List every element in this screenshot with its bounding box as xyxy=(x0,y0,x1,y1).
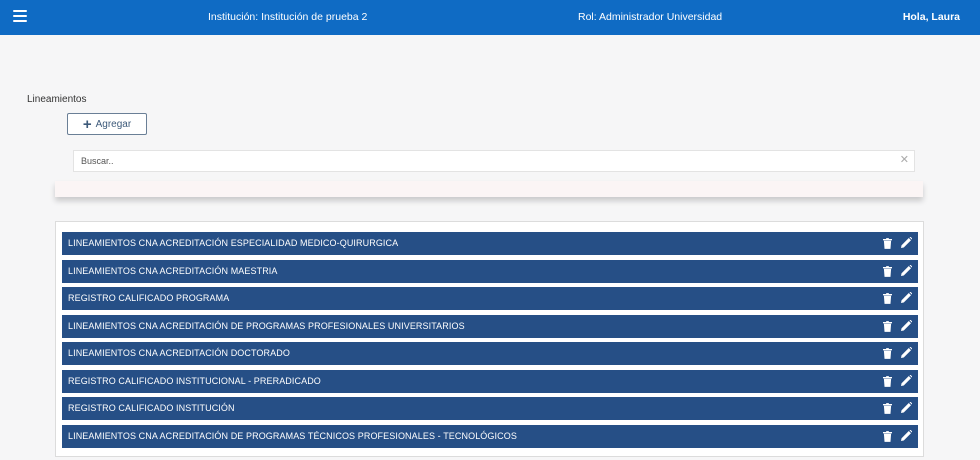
search-input[interactable] xyxy=(74,151,874,171)
pencil-icon[interactable] xyxy=(901,347,912,358)
add-button-label: Agregar xyxy=(95,118,132,130)
plus-icon: + xyxy=(82,115,92,133)
list-item-label: REGISTRO CALIFICADO INSTITUCIÓN xyxy=(68,403,235,413)
trash-icon[interactable] xyxy=(883,403,892,414)
lineamientos-list: LINEAMIENTOS CNA ACREDITACIÓN ESPECIALID… xyxy=(55,221,924,457)
pencil-icon[interactable] xyxy=(901,319,912,331)
pencil-icon[interactable] xyxy=(901,402,912,413)
trash-icon[interactable] xyxy=(883,265,892,277)
list-item-label: LINEAMIENTOS CNA ACREDITACIÓN MAESTRIA xyxy=(68,265,278,276)
trash-icon[interactable] xyxy=(883,348,892,359)
user-greeting[interactable]: Hola, Laura xyxy=(903,11,960,23)
list-item-label: LINEAMIENTOS CNA ACREDITACIÓN DE PROGRAM… xyxy=(68,320,465,331)
pencil-icon[interactable] xyxy=(901,264,912,276)
close-icon[interactable]: ✕ xyxy=(900,155,909,166)
list-item[interactable]: REGISTRO CALIFICADO INSTITUCIÓN xyxy=(62,397,918,420)
add-button[interactable]: + Agregar xyxy=(67,113,147,135)
role-label: Rol: Administrador Universidad xyxy=(578,11,723,23)
hamburger-menu-icon[interactable] xyxy=(13,10,27,24)
search-box: ✕ xyxy=(73,150,915,172)
list-item-label: REGISTRO CALIFICADO PROGRAMA xyxy=(68,293,230,303)
list-item[interactable]: REGISTRO CALIFICADO INSTITUCIONAL - PRER… xyxy=(62,369,918,393)
list-item[interactable]: LINEAMIENTOS CNA ACREDITACIÓN DOCTORADO xyxy=(62,342,918,365)
institution-label: Institución: Institución de prueba 2 xyxy=(208,11,368,23)
pencil-icon[interactable] xyxy=(901,429,912,441)
page-title: Lineamientos xyxy=(27,94,87,105)
trash-icon[interactable] xyxy=(883,320,892,332)
trash-icon[interactable] xyxy=(883,375,892,387)
list-item-label: REGISTRO CALIFICADO INSTITUCIONAL - PRER… xyxy=(68,375,321,386)
list-item[interactable]: LINEAMIENTOS CNA ACREDITACIÓN ESPECIALID… xyxy=(62,232,918,255)
list-item-label: LINEAMIENTOS CNA ACREDITACIÓN DOCTORADO xyxy=(68,348,290,358)
list-item[interactable]: LINEAMIENTOS CNA ACREDITACIÓN DE PROGRAM… xyxy=(62,314,918,338)
list-item[interactable]: LINEAMIENTOS CNA ACREDITACIÓN DE PROGRAM… xyxy=(62,424,918,448)
top-navbar: Institución: Institución de prueba 2 Rol… xyxy=(0,0,980,35)
status-bar xyxy=(55,181,923,197)
list-item[interactable]: REGISTRO CALIFICADO PROGRAMA xyxy=(62,287,918,310)
trash-icon[interactable] xyxy=(883,430,892,442)
list-item-label: LINEAMIENTOS CNA ACREDITACIÓN ESPECIALID… xyxy=(68,238,399,248)
trash-icon[interactable] xyxy=(883,238,892,249)
pencil-icon[interactable] xyxy=(901,292,912,303)
list-item-label: LINEAMIENTOS CNA ACREDITACIÓN DE PROGRAM… xyxy=(68,430,517,441)
pencil-icon[interactable] xyxy=(901,237,912,248)
list-item[interactable]: LINEAMIENTOS CNA ACREDITACIÓN MAESTRIA xyxy=(62,259,918,283)
pencil-icon[interactable] xyxy=(901,374,912,386)
trash-icon[interactable] xyxy=(883,293,892,304)
